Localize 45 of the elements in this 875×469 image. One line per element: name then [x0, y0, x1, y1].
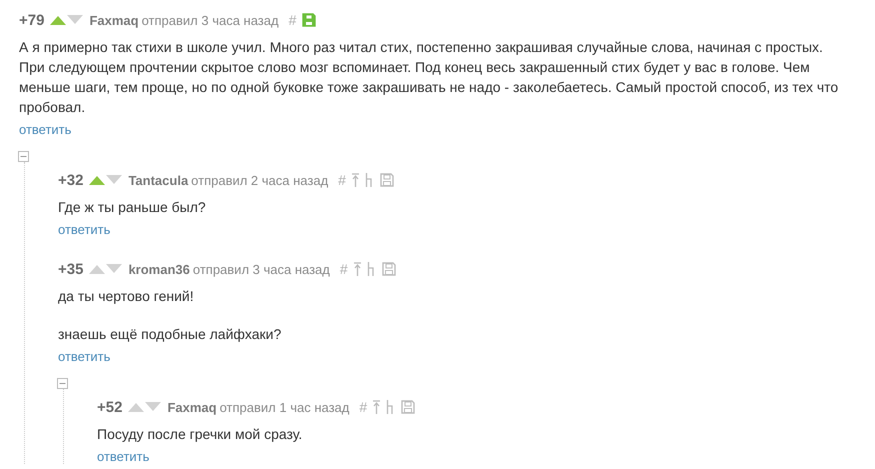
upvote-icon[interactable] — [50, 15, 66, 25]
comment-text: знаешь ещё подобные лайфхаки? — [58, 325, 282, 344]
save-icon[interactable] — [380, 173, 394, 187]
comment-text: Посуду после гречки мой сразу. — [97, 425, 304, 444]
comment-link[interactable]: # — [338, 172, 346, 188]
save-icon[interactable] — [382, 262, 396, 276]
comment-text: да ты чертово гений! — [58, 287, 195, 306]
upvote-icon[interactable] — [89, 175, 106, 185]
comment-score: +32 — [58, 172, 84, 188]
author-name[interactable]: kroman36 — [128, 262, 190, 276]
collapse-icon[interactable] — [18, 151, 29, 162]
author-name[interactable]: Faxmaq — [89, 12, 139, 28]
comment-time: отправил 1 час назад — [220, 400, 350, 414]
comment-score: +79 — [19, 12, 44, 28]
comment-link[interactable]: # — [340, 261, 348, 277]
comment-text: А я примерно так стихи в школе учил. Много раз читал стих, постепенно закрашивая случайные слова, начиная с простых. При следующем прочтении скрытое слово мозг вспоминает. Под конец весь закрашенный стих будет у вас в голове. Чем меньше шаги, тем проще, но по одной буковке тоже закрашивать не надо - заколебаетесь. Самый простой способ, из тех что пробовал. — [19, 38, 840, 117]
branch-icon[interactable] — [366, 262, 376, 276]
comment-link[interactable]: # — [359, 399, 368, 415]
author-name[interactable]: Tantacula — [128, 172, 188, 188]
upvote-icon[interactable] — [128, 402, 144, 412]
reply-link[interactable]: ответить — [58, 349, 110, 364]
comment-time: отправил 3 часа назад — [192, 262, 330, 276]
branch-icon[interactable] — [364, 173, 374, 187]
downvote-icon[interactable] — [67, 15, 84, 25]
comment-link[interactable]: # — [288, 12, 296, 28]
parent-arrow-icon[interactable] — [354, 262, 361, 276]
reply-link[interactable]: ответить — [58, 222, 110, 237]
downvote-icon[interactable] — [106, 175, 122, 185]
save-icon[interactable] — [302, 13, 316, 27]
reply-link[interactable]: ответить — [19, 122, 72, 137]
reply-link[interactable]: ответить — [97, 449, 150, 464]
comment-score: +52 — [97, 398, 122, 416]
branch-icon[interactable] — [386, 400, 396, 414]
collapse-icon[interactable] — [57, 378, 68, 389]
author-name[interactable]: Faxmaq — [167, 400, 217, 414]
downvote-icon[interactable] — [145, 402, 162, 412]
comment-score: +35 — [58, 260, 84, 278]
save-icon[interactable] — [401, 400, 416, 414]
comment-time: отправил 3 часа назад — [142, 12, 279, 28]
comment-time: отправил 2 часа назад — [191, 172, 328, 188]
downvote-icon[interactable] — [106, 264, 122, 274]
upvote-icon[interactable] — [89, 264, 106, 274]
parent-arrow-icon[interactable] — [352, 173, 359, 187]
comment-text: Где ж ты раньше был? — [58, 198, 207, 217]
parent-arrow-icon[interactable] — [373, 400, 380, 414]
